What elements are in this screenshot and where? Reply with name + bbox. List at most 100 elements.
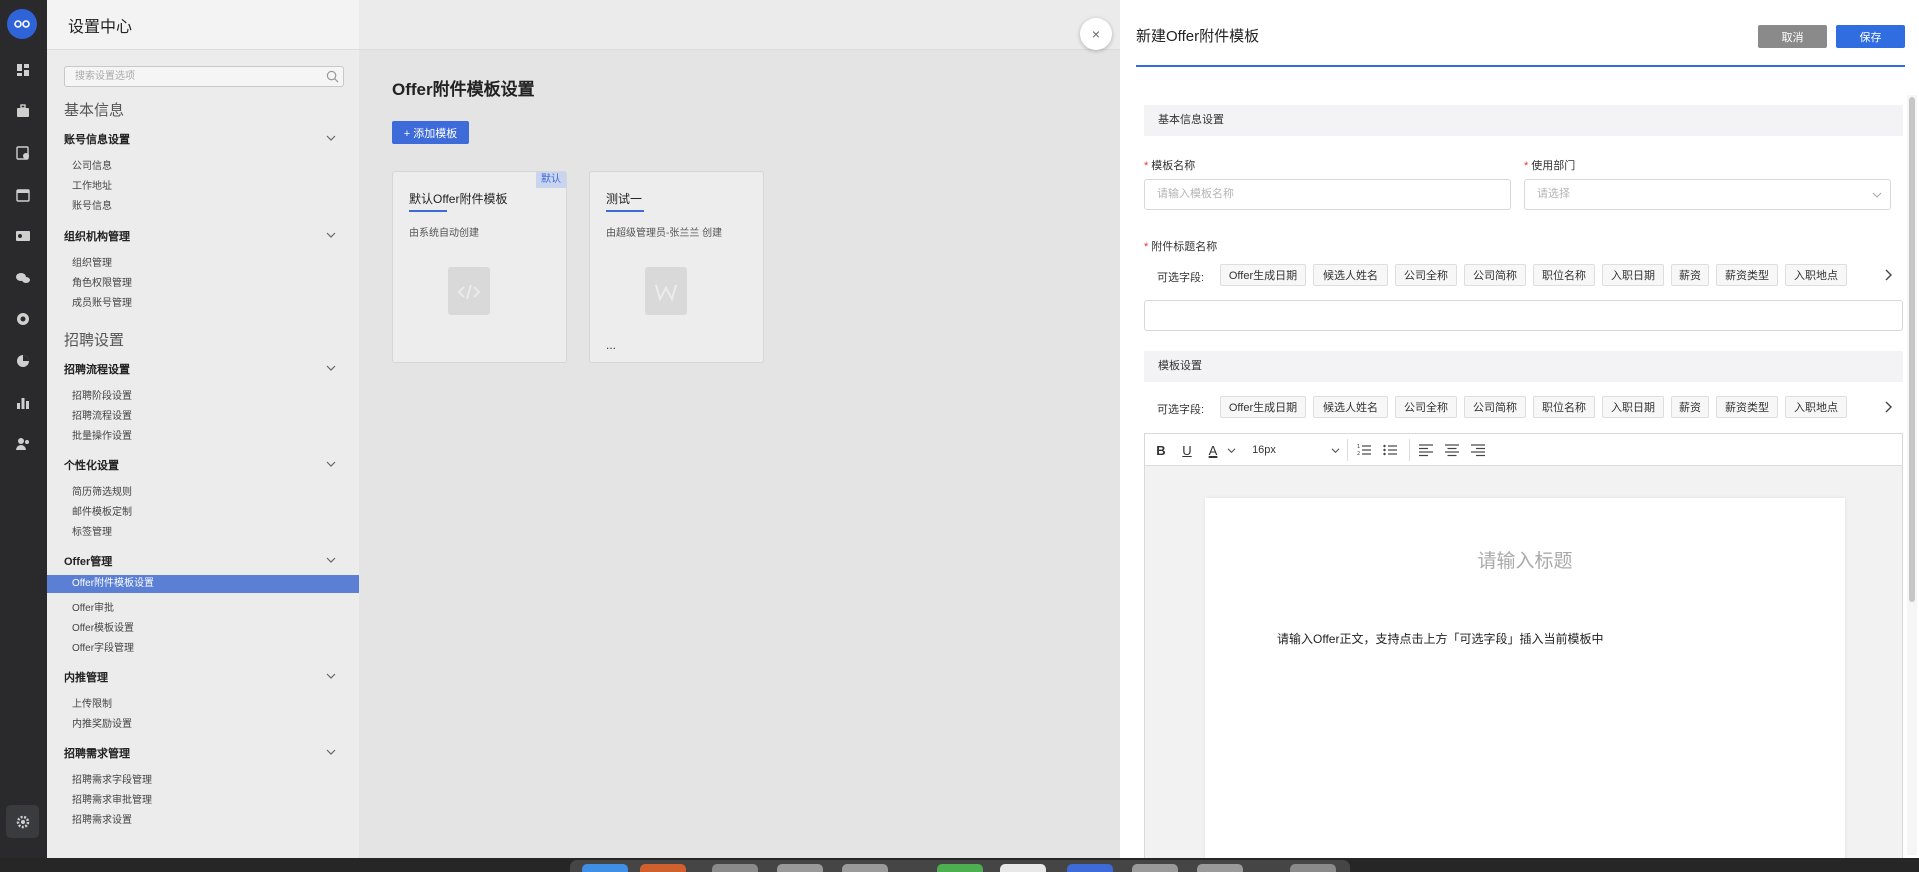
align-center-icon[interactable]: [1445, 443, 1459, 457]
editor-page[interactable]: 请输入标题 请输入Offer正文，支持点击上方「可选字段」插入当前模板中: [1205, 498, 1845, 858]
dock-app-icon[interactable]: [1132, 864, 1178, 872]
nav-item-email-template[interactable]: 邮件模板定制: [72, 503, 132, 518]
default-badge: 默认: [536, 172, 566, 188]
field-chip-start-date[interactable]: 入职日期: [1602, 396, 1664, 418]
field-chip-salary[interactable]: 薪资: [1671, 396, 1709, 418]
field-chip-salary-type[interactable]: 薪资类型: [1716, 264, 1778, 286]
align-left-icon[interactable]: [1419, 443, 1433, 457]
dock-trash-icon[interactable]: [1290, 864, 1336, 872]
nav-item-batch-ops[interactable]: 批量操作设置: [72, 427, 132, 442]
calendar-icon[interactable]: [14, 186, 32, 204]
bold-button[interactable]: B: [1153, 442, 1169, 458]
template-name-input[interactable]: 请输入模板名称: [1144, 179, 1511, 210]
template-card-default[interactable]: 默认 默认Offer附件模板 由系统自动创建: [392, 171, 567, 363]
title-placeholder[interactable]: 请输入标题: [1205, 546, 1845, 573]
nav-item-resume-filter[interactable]: 简历筛选规则: [72, 483, 132, 498]
field-chip-candidate-name[interactable]: 候选人姓名: [1313, 396, 1388, 418]
settings-rail-button[interactable]: [6, 805, 39, 838]
field-chip-company-full-name[interactable]: 公司全称: [1395, 396, 1457, 418]
attachment-title-input[interactable]: [1144, 300, 1903, 331]
nav-item-upload-limit[interactable]: 上传限制: [72, 695, 112, 710]
bullet-list-icon[interactable]: [1383, 443, 1397, 457]
dock-app-icon[interactable]: [1000, 864, 1046, 872]
bar-chart-icon[interactable]: [14, 394, 32, 412]
nav-item-account-info[interactable]: 账号信息: [72, 197, 112, 212]
field-chip-company-short-name[interactable]: 公司简称: [1464, 396, 1526, 418]
group-account-settings[interactable]: 账号信息设置: [64, 131, 344, 147]
field-chip-offer-date[interactable]: Offer生成日期: [1220, 396, 1306, 418]
field-chip-start-date[interactable]: 入职日期: [1602, 264, 1664, 286]
settings-search-input[interactable]: 搜索设置选项: [64, 66, 344, 87]
chevron-right-icon[interactable]: [1883, 269, 1893, 281]
dashboard-icon[interactable]: [14, 61, 32, 79]
nav-item-demand-approval[interactable]: 招聘需求审批管理: [72, 791, 152, 806]
align-right-icon[interactable]: [1471, 443, 1485, 457]
nav-item-offer-template[interactable]: Offer模板设置: [72, 619, 134, 634]
group-demand-management[interactable]: 招聘需求管理: [64, 745, 344, 761]
font-color-button[interactable]: A: [1205, 442, 1221, 458]
field-chip-position-name[interactable]: 职位名称: [1533, 396, 1595, 418]
field-chip-offer-date[interactable]: Offer生成日期: [1220, 264, 1306, 286]
close-drawer-button[interactable]: ×: [1080, 18, 1112, 50]
field-chip-company-full-name[interactable]: 公司全称: [1395, 264, 1457, 286]
nav-item-referral-reward[interactable]: 内推奖励设置: [72, 715, 132, 730]
nav-item-tags[interactable]: 标签管理: [72, 523, 112, 538]
underline-button[interactable]: U: [1179, 442, 1195, 458]
users-icon[interactable]: [14, 435, 32, 453]
group-offer-management[interactable]: Offer管理: [64, 553, 344, 569]
dock-app-finder-icon[interactable]: [582, 864, 628, 872]
dock-app-icon[interactable]: [842, 864, 888, 872]
group-personalization[interactable]: 个性化设置: [64, 457, 344, 473]
dock-app-icon[interactable]: [1067, 864, 1113, 872]
pie-chart-icon[interactable]: [14, 352, 32, 370]
group-referral[interactable]: 内推管理: [64, 669, 344, 685]
field-chip-start-location[interactable]: 入职地点: [1785, 264, 1847, 286]
font-size-select[interactable]: 16px: [1249, 442, 1279, 458]
field-chip-salary[interactable]: 薪资: [1671, 264, 1709, 286]
chevron-right-icon[interactable]: [1883, 401, 1893, 413]
chevron-down-icon[interactable]: [1227, 446, 1236, 455]
id-card-icon[interactable]: [14, 227, 32, 245]
save-button[interactable]: 保存: [1836, 25, 1905, 48]
field-chip-salary-type[interactable]: 薪资类型: [1716, 396, 1778, 418]
card-more-menu[interactable]: ...: [606, 338, 616, 352]
toolbar-divider: [1409, 439, 1410, 461]
dock-app-icon[interactable]: [712, 864, 758, 872]
nav-item-demand-settings[interactable]: 招聘需求设置: [72, 811, 132, 826]
add-template-button[interactable]: + 添加模板: [392, 121, 469, 144]
ordered-list-icon[interactable]: 12: [1357, 443, 1371, 457]
dock-app-icon[interactable]: [777, 864, 823, 872]
drawer-scroll-thumb[interactable]: [1909, 97, 1915, 602]
nav-item-company-info[interactable]: 公司信息: [72, 157, 112, 172]
dock-app-icon[interactable]: [1197, 864, 1243, 872]
target-icon[interactable]: [14, 310, 32, 328]
chevron-down-icon[interactable]: [1331, 446, 1340, 455]
group-recruit-flow[interactable]: 招聘流程设置: [64, 361, 344, 377]
resume-icon[interactable]: [14, 144, 32, 162]
nav-item-demand-fields[interactable]: 招聘需求字段管理: [72, 771, 152, 786]
dock-app-wechat-icon[interactable]: [937, 864, 983, 872]
chat-icon[interactable]: [14, 269, 32, 287]
chevron-down-icon: [326, 749, 336, 755]
cancel-button[interactable]: 取消: [1758, 25, 1827, 48]
nav-item-work-address[interactable]: 工作地址: [72, 177, 112, 192]
nav-item-member-accounts[interactable]: 成员账号管理: [72, 294, 132, 309]
dock-app-firefox-icon[interactable]: [640, 864, 686, 872]
briefcase-icon[interactable]: [14, 102, 32, 120]
nav-item-offer-fields[interactable]: Offer字段管理: [72, 639, 134, 654]
template-card-test[interactable]: 测试一 由超级管理员-张兰兰 创建 ...: [589, 171, 764, 363]
field-chip-start-location[interactable]: 入职地点: [1785, 396, 1847, 418]
body-placeholder[interactable]: 请输入Offer正文，支持点击上方「可选字段」插入当前模板中: [1277, 630, 1603, 647]
field-chip-position-name[interactable]: 职位名称: [1533, 264, 1595, 286]
app-logo[interactable]: [7, 9, 37, 39]
nav-item-recruit-flow[interactable]: 招聘流程设置: [72, 407, 132, 422]
department-select[interactable]: 请选择: [1524, 179, 1891, 210]
nav-item-org[interactable]: 组织管理: [72, 254, 112, 269]
nav-item-offer-attachment-template[interactable]: Offer附件模板设置: [47, 575, 359, 593]
nav-item-offer-approval[interactable]: Offer审批: [72, 599, 114, 614]
field-chip-company-short-name[interactable]: 公司简称: [1464, 264, 1526, 286]
nav-item-role-permissions[interactable]: 角色权限管理: [72, 274, 132, 289]
group-org-management[interactable]: 组织机构管理: [64, 228, 344, 244]
field-chip-candidate-name[interactable]: 候选人姓名: [1313, 264, 1388, 286]
nav-item-recruit-stage[interactable]: 招聘阶段设置: [72, 387, 132, 402]
